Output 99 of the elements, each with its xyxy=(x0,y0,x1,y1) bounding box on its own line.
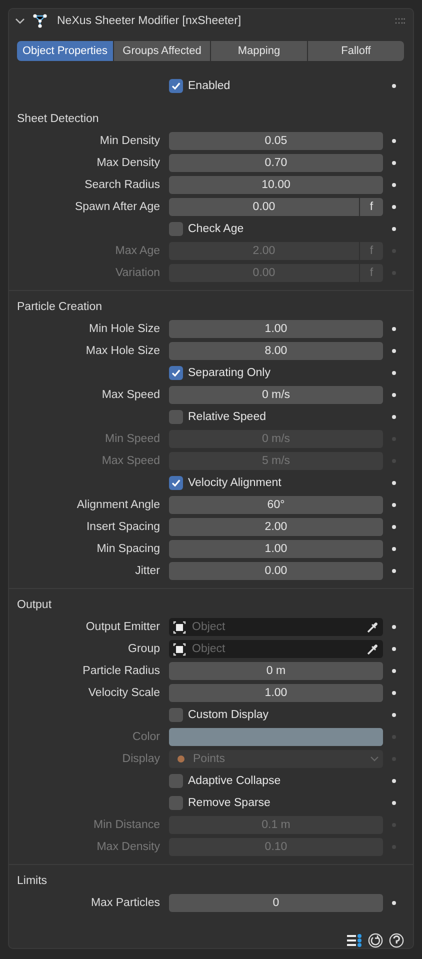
field-label: Velocity Scale xyxy=(87,687,160,699)
keyframe-dot[interactable] xyxy=(392,349,396,353)
field-label: Alignment Angle xyxy=(76,499,160,511)
field-label: Group xyxy=(127,643,160,655)
field-label: Max Density xyxy=(96,157,160,169)
object-picker[interactable]: Object xyxy=(169,618,383,636)
number-field[interactable]: 0 xyxy=(169,894,383,912)
number-field[interactable]: 1.00 xyxy=(169,320,383,338)
keyframe-dot[interactable] xyxy=(392,691,396,695)
check-icon xyxy=(171,81,181,91)
keyframe-dot[interactable] xyxy=(392,139,396,143)
number-field[interactable]: 60° xyxy=(169,496,383,514)
check-icon xyxy=(171,478,181,488)
field-label: Particle Radius xyxy=(82,665,160,677)
tab[interactable]: Falloff xyxy=(308,41,404,61)
number-field[interactable]: 1.00 xyxy=(169,684,383,702)
list-icon[interactable] xyxy=(347,934,362,946)
keyframe-dot[interactable] xyxy=(392,84,396,88)
field-label: Color xyxy=(132,731,160,743)
field-label: Min Hole Size xyxy=(88,323,160,335)
checkbox[interactable]: Custom Display xyxy=(169,708,383,722)
keyframe-dot[interactable] xyxy=(392,227,396,231)
field-label: Max Density xyxy=(96,841,160,853)
tab[interactable]: Groups Affected xyxy=(114,41,210,61)
keyframe-dot[interactable] xyxy=(392,779,396,783)
field-label: Max Age xyxy=(114,245,160,257)
field-label: Variation xyxy=(114,267,160,279)
field-label: Display xyxy=(121,753,160,765)
field-label: Max Speed xyxy=(100,389,160,401)
keyframe-dot[interactable] xyxy=(392,713,396,717)
caret-icon xyxy=(370,756,379,762)
field-label: Min Speed xyxy=(104,433,160,445)
keyframe-dot[interactable] xyxy=(392,503,396,507)
section-heading: Sheet Detection xyxy=(16,112,100,127)
section-heading: Particle Creation xyxy=(16,300,104,315)
number-field[interactable]: 8.00 xyxy=(169,342,383,360)
number-field[interactable]: 10.00 xyxy=(169,176,383,194)
section-heading: Output xyxy=(16,598,53,613)
keyframe-dot[interactable] xyxy=(392,393,396,397)
keyframe-dot[interactable] xyxy=(392,161,396,165)
keyframe-dot[interactable] xyxy=(392,415,396,419)
eyedropper-icon[interactable] xyxy=(366,642,379,656)
checkbox[interactable]: Separating Only xyxy=(169,366,383,380)
point-icon xyxy=(177,755,185,763)
field-label: Min Spacing xyxy=(96,543,160,555)
keyframe-dot[interactable] xyxy=(392,371,396,375)
keyframe-dot[interactable] xyxy=(392,205,396,209)
tab[interactable]: Mapping xyxy=(211,41,307,61)
checkbox[interactable]: Remove Sparse xyxy=(169,796,383,810)
keyframe-dot[interactable] xyxy=(392,481,396,485)
object-icon xyxy=(173,620,186,634)
tab[interactable]: Object Properties xyxy=(17,41,113,61)
keyframe-dot[interactable] xyxy=(392,183,396,187)
number-field[interactable]: 0.70 xyxy=(169,154,383,172)
checkbox[interactable]: Relative Speed xyxy=(169,410,383,424)
help-icon[interactable] xyxy=(389,932,404,948)
checkbox[interactable]: Velocity Alignment xyxy=(169,476,383,490)
field-label: Max Particles xyxy=(90,897,160,909)
keyframe-dot[interactable] xyxy=(392,669,396,673)
keyframe-dot[interactable] xyxy=(392,647,396,651)
number-field[interactable]: 0.00 xyxy=(169,562,383,580)
field-label: Min Density xyxy=(98,135,160,147)
node-graph-icon xyxy=(33,14,47,28)
keyframe-dot[interactable] xyxy=(392,801,396,805)
number-field[interactable]: 2.00 xyxy=(169,518,383,536)
keyframe-dot[interactable] xyxy=(392,547,396,551)
keyframe-dot[interactable] xyxy=(392,327,396,331)
object-field[interactable]: Object xyxy=(192,621,360,633)
checkbox[interactable]: Check Age xyxy=(169,222,383,236)
object-field[interactable]: Object xyxy=(192,643,360,655)
number-field[interactable]: 1.00 xyxy=(169,540,383,558)
number-field[interactable]: 0 m xyxy=(169,662,383,680)
checkbox[interactable]: Enabled xyxy=(169,79,383,93)
eyedropper-icon[interactable] xyxy=(366,620,379,634)
check-icon xyxy=(171,368,181,378)
checkbox[interactable]: Adaptive Collapse xyxy=(169,774,383,788)
field-label: Insert Spacing xyxy=(85,521,160,533)
field-label: Max Speed xyxy=(100,455,160,467)
field-label: Max Hole Size xyxy=(84,345,160,357)
field-label: Search Radius xyxy=(84,179,160,191)
panel-title: NeXus Sheeter Modifier [nxSheeter] xyxy=(57,15,242,27)
section-heading: Limits xyxy=(16,874,48,889)
number-field[interactable]: 0.05 xyxy=(169,132,383,150)
reset-icon[interactable] xyxy=(368,932,383,948)
chevron-icon[interactable] xyxy=(15,16,25,26)
unit-button[interactable]: f xyxy=(360,198,383,216)
object-picker[interactable]: Object xyxy=(169,640,383,658)
keyframe-dot[interactable] xyxy=(392,625,396,629)
field-label: Spawn After Age xyxy=(74,201,160,213)
number-field[interactable]: 0 m/s xyxy=(169,386,383,404)
field-label: Output Emitter xyxy=(84,621,160,633)
drag-handle-icon[interactable] xyxy=(395,18,405,24)
field-label: Min Distance xyxy=(92,819,160,831)
field-label: Jitter xyxy=(134,565,160,577)
keyframe-dot[interactable] xyxy=(392,569,396,573)
keyframe-dot[interactable] xyxy=(392,901,396,905)
number-field[interactable]: 0.00 xyxy=(169,198,359,216)
keyframe-dot[interactable] xyxy=(392,525,396,529)
object-icon xyxy=(173,642,186,656)
